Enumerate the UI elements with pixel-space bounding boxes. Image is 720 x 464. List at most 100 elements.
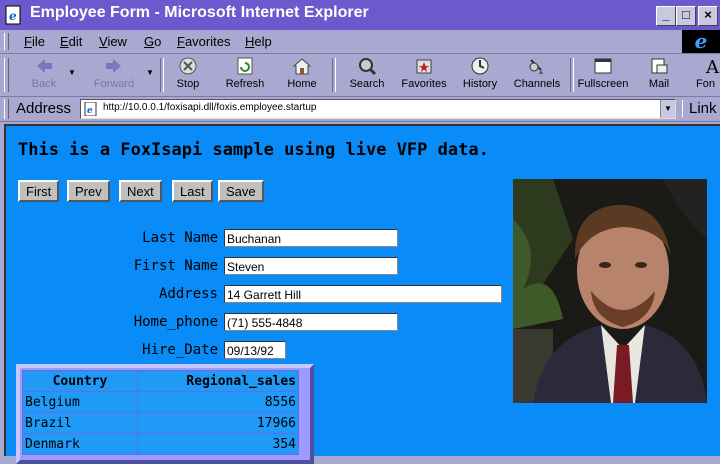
home-phone-input[interactable]: (71) 555-4848	[224, 313, 398, 331]
address-input[interactable]: e http://10.0.0.1/foxisapi.dll/foxis.emp…	[80, 99, 676, 119]
forward-arrow-icon	[106, 59, 121, 73]
address-label: Address	[16, 100, 72, 117]
fullscreen-button[interactable]: Fullscreen	[576, 56, 630, 90]
country-header: Country	[22, 370, 138, 392]
sales-cell: 17966	[137, 412, 299, 434]
forward-button[interactable]: Forward	[86, 56, 142, 90]
favorites-label: Favorites	[401, 78, 447, 90]
first-name-input[interactable]: Steven	[224, 257, 398, 275]
last-name-label: Last Name	[142, 230, 218, 246]
home-button[interactable]: Home	[282, 56, 322, 90]
search-button[interactable]: Search	[344, 56, 390, 90]
toolbar: Back ▼ Forward ▼ Stop Refresh Home Searc…	[0, 54, 720, 97]
country-cell: Denmark	[22, 433, 138, 455]
font-icon: A	[705, 57, 720, 76]
channels-satellite-icon	[529, 59, 543, 74]
menu-view[interactable]: View	[99, 34, 127, 49]
stop-button[interactable]: Stop	[168, 56, 208, 90]
address-field-label: Address	[158, 286, 218, 302]
back-button[interactable]: Back	[22, 56, 66, 90]
close-button[interactable]: ×	[698, 6, 718, 26]
font-button[interactable]: A Fon	[696, 56, 720, 90]
table-row: Brazil 17966	[22, 412, 299, 434]
font-label: Fon	[696, 78, 715, 90]
address-url: http://10.0.0.1/foxisapi.dll/foxis.emplo…	[103, 102, 317, 113]
mail-icon	[651, 58, 668, 74]
address-dropdown-icon[interactable]: ▼	[660, 100, 675, 118]
ie-page-icon: e	[5, 5, 21, 25]
channels-button[interactable]: Channels	[512, 56, 562, 90]
first-button[interactable]: First	[18, 180, 60, 202]
refresh-label: Refresh	[225, 78, 265, 90]
table-row: Belgium 8556	[22, 391, 299, 413]
address-field-input[interactable]: 14 Garrett Hill	[224, 285, 502, 303]
address-bar: Address e http://10.0.0.1/foxisapi.dll/f…	[0, 97, 720, 122]
history-button[interactable]: History	[458, 56, 502, 90]
toolbar-separator	[160, 58, 164, 92]
fullscreen-icon	[594, 58, 612, 74]
menu-favorites[interactable]: Favorites	[177, 34, 230, 49]
forward-label: Forward	[93, 78, 135, 90]
toolbar-separator	[332, 58, 336, 92]
next-button[interactable]: Next	[119, 180, 162, 202]
favorites-button[interactable]: Favorites	[398, 56, 450, 90]
minimize-button[interactable]: _	[656, 6, 676, 26]
search-icon	[359, 58, 377, 76]
regional-sales-header: Regional_sales	[137, 370, 299, 392]
channels-label: Channels	[513, 78, 561, 90]
menu-grip	[4, 33, 9, 50]
address-grip	[4, 99, 9, 119]
home-icon	[292, 58, 312, 75]
country-cell: Belgium	[22, 391, 138, 413]
toolbar-separator	[570, 58, 574, 92]
menu-file[interactable]: File	[24, 34, 45, 49]
stop-label: Stop	[176, 78, 200, 90]
home-phone-label: Home_phone	[133, 314, 218, 330]
stop-icon	[179, 57, 197, 75]
mail-label: Mail	[648, 78, 670, 90]
svg-text:e: e	[87, 106, 93, 116]
menu-bar: File Edit View Go Favorites Help	[0, 30, 720, 54]
window-title: Employee Form - Microsoft Internet Explo…	[30, 4, 369, 21]
sales-table-grid: Country Regional_sales Belgium 8556 Braz…	[22, 370, 299, 455]
refresh-icon	[237, 57, 253, 75]
employee-photo	[513, 179, 707, 403]
hire-date-input[interactable]: 09/13/92	[224, 341, 286, 359]
back-dropdown-icon[interactable]: ▼	[68, 68, 76, 77]
back-label: Back	[31, 78, 57, 90]
menu-edit[interactable]: Edit	[60, 34, 82, 49]
last-button[interactable]: Last	[172, 180, 213, 202]
favorites-icon	[416, 59, 432, 74]
page-heading: This is a FoxIsapi sample using live VFP…	[18, 140, 489, 160]
search-label: Search	[349, 78, 385, 90]
first-name-label: First Name	[133, 258, 218, 274]
home-label: Home	[287, 78, 317, 90]
toolbar-grip	[4, 58, 9, 92]
prev-button[interactable]: Prev	[67, 180, 110, 202]
history-icon	[471, 57, 489, 75]
last-name-input[interactable]: Buchanan	[224, 229, 398, 247]
fullscreen-label: Fullscreen	[577, 78, 629, 90]
maximize-button[interactable]: □	[676, 6, 696, 26]
mail-button[interactable]: Mail	[642, 56, 676, 90]
hire-date-label: Hire_Date	[142, 342, 218, 358]
sales-cell: 8556	[137, 391, 299, 413]
page-content: This is a FoxIsapi sample using live VFP…	[4, 124, 720, 464]
menu-go[interactable]: Go	[144, 34, 161, 49]
save-button[interactable]: Save	[218, 180, 264, 202]
back-arrow-icon	[37, 59, 52, 73]
svg-text:A: A	[705, 57, 720, 76]
regional-sales-table: Country Regional_sales Belgium 8556 Braz…	[16, 364, 314, 464]
title-bar: e Employee Form - Microsoft Internet Exp…	[0, 0, 720, 31]
refresh-button[interactable]: Refresh	[222, 56, 268, 90]
table-header-row: Country Regional_sales	[22, 370, 299, 392]
forward-dropdown-icon[interactable]: ▼	[146, 68, 154, 77]
ie-logo-icon: e	[682, 30, 720, 53]
links-label[interactable]: Link	[682, 100, 717, 117]
history-label: History	[462, 78, 498, 90]
country-cell: Brazil	[22, 412, 138, 434]
sales-cell: 354	[137, 433, 299, 455]
table-row: Denmark 354	[22, 433, 299, 455]
menu-help[interactable]: Help	[245, 34, 272, 49]
page-icon: e	[84, 102, 97, 116]
